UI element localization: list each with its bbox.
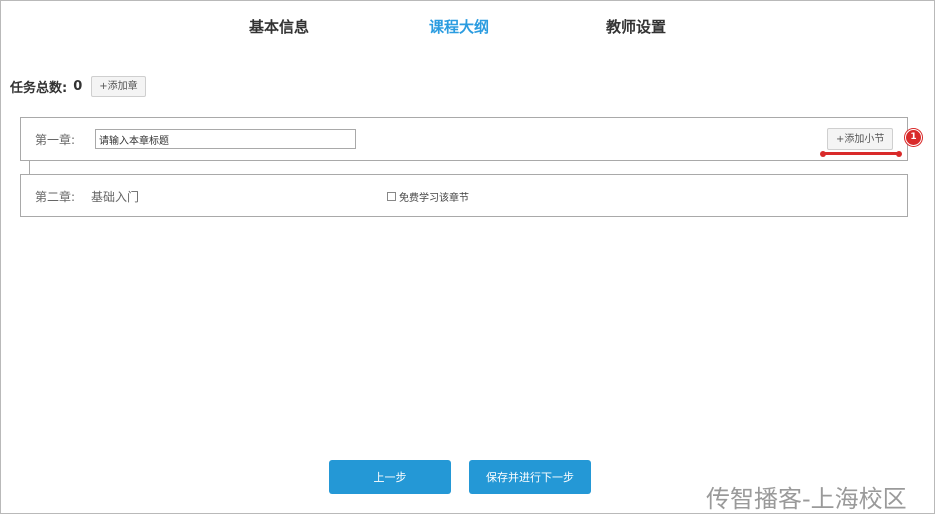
- annotation-underline: [823, 152, 900, 155]
- free-study-option[interactable]: 免费学习该章节: [387, 189, 469, 204]
- chapter-2: 第二章: 基础入门 免费学习该章节: [20, 174, 908, 217]
- task-summary: 任务总数: 0 +添加章: [10, 75, 146, 97]
- chapter-1-title-input[interactable]: [95, 129, 356, 149]
- save-and-next-button[interactable]: 保存并进行下一步: [469, 460, 591, 494]
- tab-course-outline[interactable]: 课程大纲: [429, 16, 489, 37]
- chapter-1: 第一章: +添加小节: [20, 117, 908, 161]
- chapter-2-title: 基础入门: [91, 190, 140, 204]
- free-study-checkbox[interactable]: [387, 192, 396, 201]
- annotation-dot-right: [896, 150, 902, 157]
- annotation-badge: 1: [906, 130, 921, 145]
- chapter-1-label: 第一章:: [35, 133, 76, 147]
- annotation-dot-left: [820, 150, 826, 157]
- tab-teacher-settings[interactable]: 教师设置: [606, 16, 666, 37]
- task-total-count: 0: [73, 78, 83, 94]
- free-study-label: 免费学习该章节: [399, 193, 469, 204]
- tree-connector: [29, 161, 30, 174]
- add-section-button[interactable]: +添加小节: [827, 128, 894, 150]
- add-chapter-button[interactable]: +添加章: [91, 75, 146, 97]
- previous-step-button[interactable]: 上一步: [329, 460, 451, 494]
- step-tabs: 基本信息 课程大纲 教师设置: [0, 16, 937, 38]
- task-total-label: 任务总数:: [10, 80, 68, 96]
- watermark: 传智播客-上海校区: [706, 485, 907, 513]
- tab-basic-info[interactable]: 基本信息: [249, 16, 309, 37]
- chapter-2-label: 第二章:: [35, 190, 76, 204]
